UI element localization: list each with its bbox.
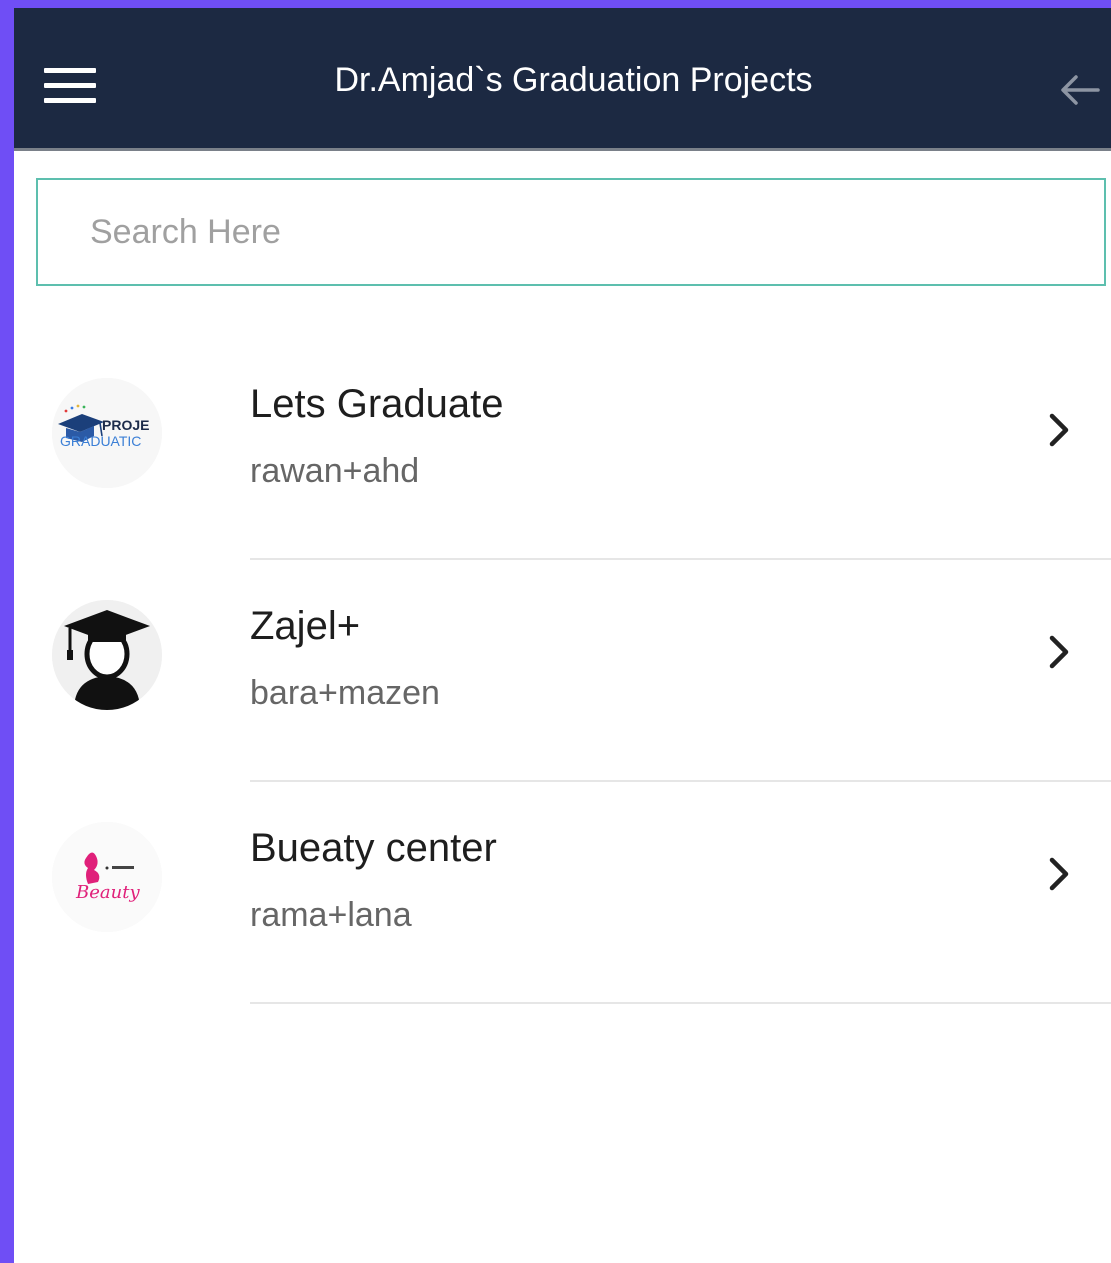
project-title: Zajel+ — [250, 604, 361, 648]
logo-text: Beauty — [75, 882, 140, 903]
project-members: bara+mazen — [250, 674, 440, 712]
project-title: Lets Graduate — [250, 382, 504, 426]
logo-text-bottom: GRADUATIC — [60, 433, 141, 449]
list-item-lets-graduate[interactable]: PROJE GRADUATIC Lets Graduate rawan+ahd — [14, 338, 1111, 560]
search-input[interactable] — [38, 180, 1104, 284]
search-box — [36, 178, 1106, 286]
project-members: rawan+ahd — [250, 452, 420, 490]
chevron-right-icon[interactable] — [1044, 630, 1074, 674]
graduate-person-icon — [52, 600, 162, 710]
list-item-zajel[interactable]: Zajel+ bara+mazen — [14, 560, 1111, 782]
back-arrow-icon[interactable] — [1054, 68, 1104, 112]
app-screen: Dr.Amjad`s Graduation Projects Search He… — [14, 8, 1111, 1263]
logo-text-top: PROJE — [102, 417, 149, 433]
project-list: PROJE GRADUATIC Lets Graduate rawan+ahd — [14, 338, 1111, 1004]
project-graduation-logo-icon: PROJE GRADUATIC — [52, 378, 162, 488]
chevron-right-icon[interactable] — [1044, 852, 1074, 896]
page-title: Dr.Amjad`s Graduation Projects — [334, 61, 813, 99]
project-members: rama+lana — [250, 896, 412, 934]
list-item-beauty-center[interactable]: Beauty Bueaty center rama+lana — [14, 782, 1111, 1004]
divider — [250, 1002, 1111, 1004]
beauty-logo-icon: Beauty — [52, 822, 162, 932]
app-bar: Dr.Amjad`s Graduation Projects — [14, 8, 1111, 151]
chevron-right-icon[interactable] — [1044, 408, 1074, 452]
project-title: Bueaty center — [250, 826, 497, 870]
